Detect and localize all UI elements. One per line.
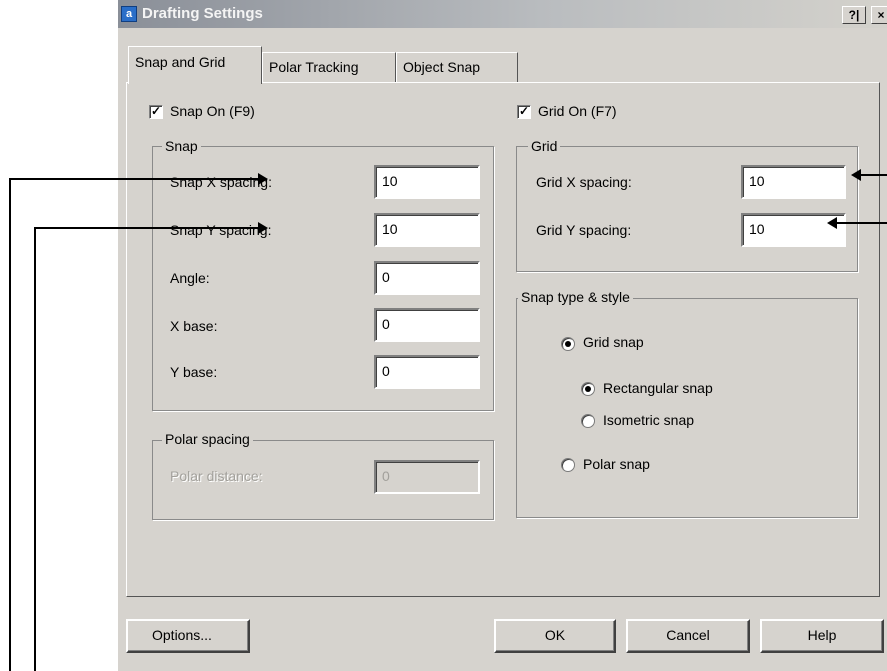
angle-label: Angle:	[170, 270, 210, 286]
app-icon: a	[121, 6, 137, 22]
window-title: Drafting Settings	[142, 5, 263, 22]
grid-on-checkbox[interactable]: ✓	[517, 105, 531, 119]
title-bar[interactable]: a Drafting Settings ?| ×	[118, 0, 887, 28]
tab-snap-and-grid[interactable]: Snap and Grid	[128, 46, 262, 84]
grid-x-spacing-label: Grid X spacing:	[536, 174, 632, 190]
annotation-line-grid-x	[860, 174, 887, 176]
tab-object-snap[interactable]: Object Snap	[396, 52, 518, 82]
drafting-settings-dialog: a Drafting Settings ?| × Snap and Grid P…	[118, 0, 887, 671]
annotation-arrow-snap-x	[258, 173, 268, 185]
annotation-line-snap-x-vertical	[9, 178, 11, 671]
rectangular-snap-label[interactable]: Rectangular snap	[603, 380, 713, 396]
grid-y-spacing-label: Grid Y spacing:	[536, 222, 632, 238]
x-base-label: X base:	[170, 318, 218, 334]
grid-on-label[interactable]: Grid On (F7)	[538, 103, 617, 119]
isometric-snap-radio[interactable]	[581, 414, 595, 428]
polar-snap-radio[interactable]	[561, 458, 575, 472]
annotation-line-snap-x-horizontal	[9, 178, 259, 180]
snap-x-spacing-input[interactable]: 10	[374, 165, 480, 199]
isometric-snap-label[interactable]: Isometric snap	[603, 412, 694, 428]
annotation-arrow-grid-y	[827, 217, 837, 229]
grid-x-spacing-input[interactable]: 10	[741, 165, 846, 199]
annotation-line-snap-y-vertical	[34, 227, 36, 671]
x-base-input[interactable]: 0	[374, 308, 480, 342]
y-base-input[interactable]: 0	[374, 355, 480, 389]
annotation-line-snap-y-horizontal	[34, 227, 259, 229]
polar-distance-label: Polar distance:	[170, 468, 263, 484]
options-button[interactable]: Options...	[126, 619, 250, 653]
grid-snap-radio[interactable]	[561, 337, 575, 351]
cancel-button[interactable]: Cancel	[626, 619, 750, 653]
help-button[interactable]: Help	[760, 619, 884, 653]
y-base-label: Y base:	[170, 364, 218, 380]
angle-input[interactable]: 0	[374, 261, 480, 295]
close-button[interactable]: ×	[871, 6, 887, 24]
grid-snap-label[interactable]: Grid snap	[583, 334, 644, 350]
snap-on-label[interactable]: Snap On (F9)	[170, 103, 255, 119]
snap-type-group-title: Snap type & style	[518, 289, 633, 305]
annotation-arrow-snap-y	[258, 222, 268, 234]
tab-polar-tracking[interactable]: Polar Tracking	[262, 52, 396, 82]
polar-snap-label[interactable]: Polar snap	[583, 456, 650, 472]
ok-button[interactable]: OK	[494, 619, 616, 653]
rectangular-snap-radio[interactable]	[581, 382, 595, 396]
grid-group-title: Grid	[528, 138, 561, 154]
snap-x-spacing-label: Snap X spacing:	[170, 174, 272, 190]
annotation-arrow-grid-x	[851, 169, 861, 181]
polar-spacing-group-title: Polar spacing	[162, 431, 253, 447]
snap-type-group	[516, 298, 858, 518]
annotation-line-grid-y	[836, 222, 887, 224]
polar-distance-input[interactable]: 0	[374, 460, 480, 494]
snap-y-spacing-input[interactable]: 10	[374, 213, 480, 247]
help-title-button[interactable]: ?|	[842, 6, 866, 24]
snap-group-title: Snap	[162, 138, 201, 154]
snap-y-spacing-label: Snap Y spacing:	[170, 222, 272, 238]
snap-on-checkbox[interactable]: ✓	[149, 105, 163, 119]
